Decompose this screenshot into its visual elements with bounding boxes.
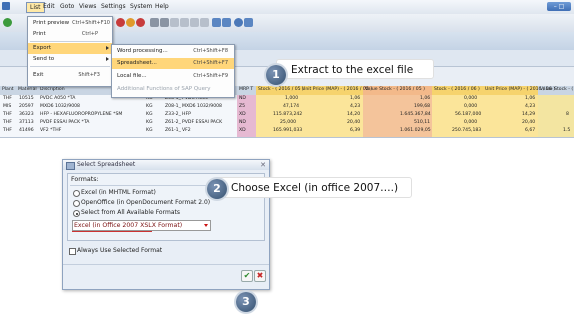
find-icon[interactable] [160,18,169,27]
menu-item-exit[interactable]: Exit Shift+F3 [28,70,112,81]
col-value-05[interactable]: Value Stock - ( 2016 / 05 ) [365,87,425,92]
toolbar-icon[interactable] [190,18,199,27]
toolbar-icon[interactable] [200,18,209,27]
new-session-icon[interactable] [212,18,221,27]
help-icon[interactable] [234,18,243,27]
menu-item-send-to[interactable]: Send to [28,54,112,65]
select-underline [72,231,152,232]
col-stock-06[interactable]: Stock - ( 2016 / 06 ) [434,87,480,92]
menu-goto[interactable]: Goto [60,3,74,10]
menu-help[interactable]: Help [155,3,169,10]
col-price-05[interactable]: Unit Price (MAP) - ( 2016 / 05 ) [302,87,372,92]
submenu-arrow-icon [106,46,109,50]
always-use-label[interactable]: Always Use Selected Format [77,247,162,254]
minimize-button[interactable]: – □ [547,2,571,11]
step-3-badge: 3 [236,292,256,312]
col-description[interactable]: Discription [40,87,65,92]
menu-item-export[interactable]: Export [28,43,112,54]
col-value-06[interactable]: Value Stock - ( [540,87,573,92]
list-menu: Print preview Ctrl+Shift+F10 Print Ctrl+… [27,16,113,87]
menu-item-print-preview[interactable]: Print preview Ctrl+Shift+F10 [28,18,112,29]
menu-system[interactable]: System [130,3,152,10]
menu-list[interactable]: List [26,2,45,13]
export-submenu: Word processing... Ctrl+Shift+F8 Spreads… [111,44,235,98]
dialog-footer-divider [63,264,269,265]
col-material[interactable]: Material [18,87,37,92]
col-stock-05[interactable]: Stock - ( 2016 / 05 ) [258,87,304,92]
shortcut-icon[interactable] [222,18,231,27]
menu-settings[interactable]: Settings [101,3,126,10]
layout-icon[interactable] [244,18,253,27]
dialog-close-icon[interactable]: ✕ [260,160,266,170]
dialog-titlebar[interactable]: Select Spreadsheet ✕ [63,160,269,170]
callout-2-text: Choose Excel (in office 2007….) [231,182,399,194]
menu-item-sap-query: Additional Functions of SAP Query [117,86,211,92]
format-select[interactable]: Excel (in Office 2007 XSLX Format) [72,220,211,231]
toolbar-icon[interactable] [116,18,125,27]
radio-all-formats[interactable] [73,210,80,217]
table-header: Plant Material Discription ption MRP T S… [0,86,574,95]
menu-edit[interactable]: Edit [43,3,55,10]
radio-openoffice[interactable] [73,200,80,207]
sap-window: List Edit Goto Views Settings System Hel… [0,0,574,138]
step-1-badge: 1 [266,65,286,85]
window-icon[interactable] [2,2,10,10]
option-excel-mhtml[interactable]: Excel (in MHTML Format) [81,189,156,196]
chevron-down-icon[interactable] [204,224,208,227]
toolbar-icon[interactable] [180,18,189,27]
menu-views[interactable]: Views [79,3,96,10]
radio-excel-mhtml[interactable] [73,190,80,197]
toolbar-icon[interactable] [170,18,179,27]
toolbar-icon[interactable] [126,18,135,27]
always-use-checkbox[interactable] [69,248,76,255]
enter-icon[interactable] [3,18,12,27]
toolbar-icon[interactable] [136,18,145,27]
cancel-button[interactable]: ✖ [254,270,266,282]
menu-separator [30,41,110,42]
option-all-formats[interactable]: Select from All Available Formats [81,209,180,216]
menu-item-spreadsheet[interactable]: Spreadsheet... Ctrl+Shift+F7 [112,58,234,69]
dialog-title: Select Spreadsheet [77,161,136,168]
option-openoffice[interactable]: OpenOffice (in OpenDocument Format 2.0) [81,199,210,206]
confirm-button[interactable]: ✔ [241,270,253,282]
formats-label: Formats: [71,176,99,183]
menu-bar: List Edit Goto Views Settings System Hel… [0,0,574,14]
menu-item-local-file[interactable]: Local file... Ctrl+Shift+F9 [112,71,234,82]
col-mrp-type[interactable]: MRP T [239,87,253,92]
col-plant[interactable]: Plant [2,87,14,92]
submenu-arrow-icon [106,57,109,61]
menu-item-word-processing[interactable]: Word processing... Ctrl+Shift+F8 [112,46,234,57]
print-icon[interactable] [150,18,159,27]
menu-item-print[interactable]: Print Ctrl+P [28,29,112,40]
callout-1-text: Extract to the excel file [291,64,414,76]
step-2-badge: 2 [207,179,227,199]
callout-1-box: Extract to the excel file [276,59,434,79]
menu-separator [30,66,110,67]
callout-2-box: Choose Excel (in office 2007….) [216,177,412,198]
dialog-icon [66,162,75,170]
